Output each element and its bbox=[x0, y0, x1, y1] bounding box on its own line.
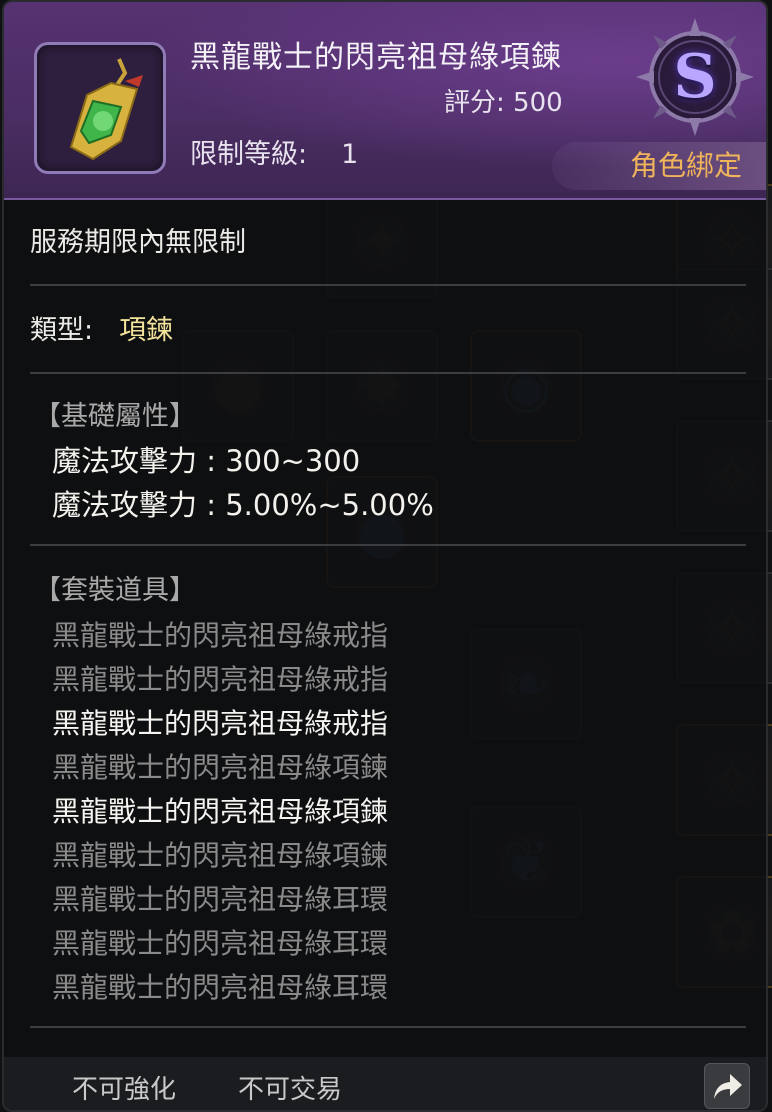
item-tooltip: 黑龍戰士的閃亮祖母綠項鍊 評分: 500 限制等級: 1 S 角色綁定 服務期限內… bbox=[2, 0, 768, 1112]
type-label: 類型: bbox=[30, 315, 94, 346]
set-item-entry: 黑龍戰士的閃亮祖母綠項鍊 bbox=[52, 751, 389, 784]
not-tradable-flag: 不可交易 bbox=[238, 1075, 343, 1105]
divider bbox=[30, 544, 746, 546]
set-item-entry: 黑龍戰士的閃亮祖母綠耳環 bbox=[52, 883, 389, 916]
share-arrow-icon bbox=[714, 1074, 742, 1099]
tooltip-footer: 不可強化 不可交易 bbox=[4, 1057, 766, 1110]
divider bbox=[30, 284, 746, 286]
not-enhanceable-flag: 不可強化 bbox=[72, 1075, 177, 1105]
set-item-entry: 黑龍戰士的閃亮祖母綠項鍊 bbox=[52, 795, 389, 828]
divider bbox=[30, 372, 746, 374]
item-icon-slot[interactable] bbox=[34, 42, 166, 174]
stat-line: 魔法攻擊力 : 300~300 bbox=[52, 444, 361, 478]
level-value: 1 bbox=[341, 139, 359, 170]
divider bbox=[30, 1026, 746, 1028]
grade-letter: S bbox=[673, 42, 717, 112]
item-score: 評分: 500 bbox=[444, 88, 563, 118]
grade-emblem: S bbox=[634, 16, 756, 138]
emerald-necklace-icon bbox=[69, 58, 143, 161]
level-requirement: 限制等級: 1 bbox=[190, 132, 358, 171]
bind-status-badge: 角色綁定 bbox=[552, 142, 766, 190]
item-name: 黑龍戰士的閃亮祖母綠項鍊 bbox=[190, 40, 562, 75]
share-button[interactable] bbox=[704, 1063, 750, 1109]
level-label: 限制等級: bbox=[190, 139, 308, 170]
set-items-title: 【套裝道具】 bbox=[34, 575, 196, 606]
set-item-entry: 黑龍戰士的閃亮祖母綠項鍊 bbox=[52, 839, 389, 872]
set-item-entry: 黑龍戰士的閃亮祖母綠戒指 bbox=[52, 619, 389, 652]
set-item-entry: 黑龍戰士的閃亮祖母綠戒指 bbox=[52, 663, 389, 696]
set-item-entry: 黑龍戰士的閃亮祖母綠戒指 bbox=[52, 707, 389, 740]
set-item-entry: 黑龍戰士的閃亮祖母綠耳環 bbox=[52, 927, 389, 960]
stat-line: 魔法攻擊力 : 5.00%~5.00% bbox=[52, 488, 434, 522]
set-item-entry: 黑龍戰士的閃亮祖母綠耳環 bbox=[52, 971, 389, 1004]
service-period: 服務期限內無限制 bbox=[30, 227, 246, 258]
base-attributes-title: 【基礎屬性】 bbox=[34, 401, 196, 432]
tooltip-header: 黑龍戰士的閃亮祖母綠項鍊 評分: 500 限制等級: 1 S 角色綁定 bbox=[4, 2, 766, 200]
type-value: 項鍊 bbox=[119, 315, 174, 346]
item-type: 類型: 項鍊 bbox=[30, 308, 173, 347]
